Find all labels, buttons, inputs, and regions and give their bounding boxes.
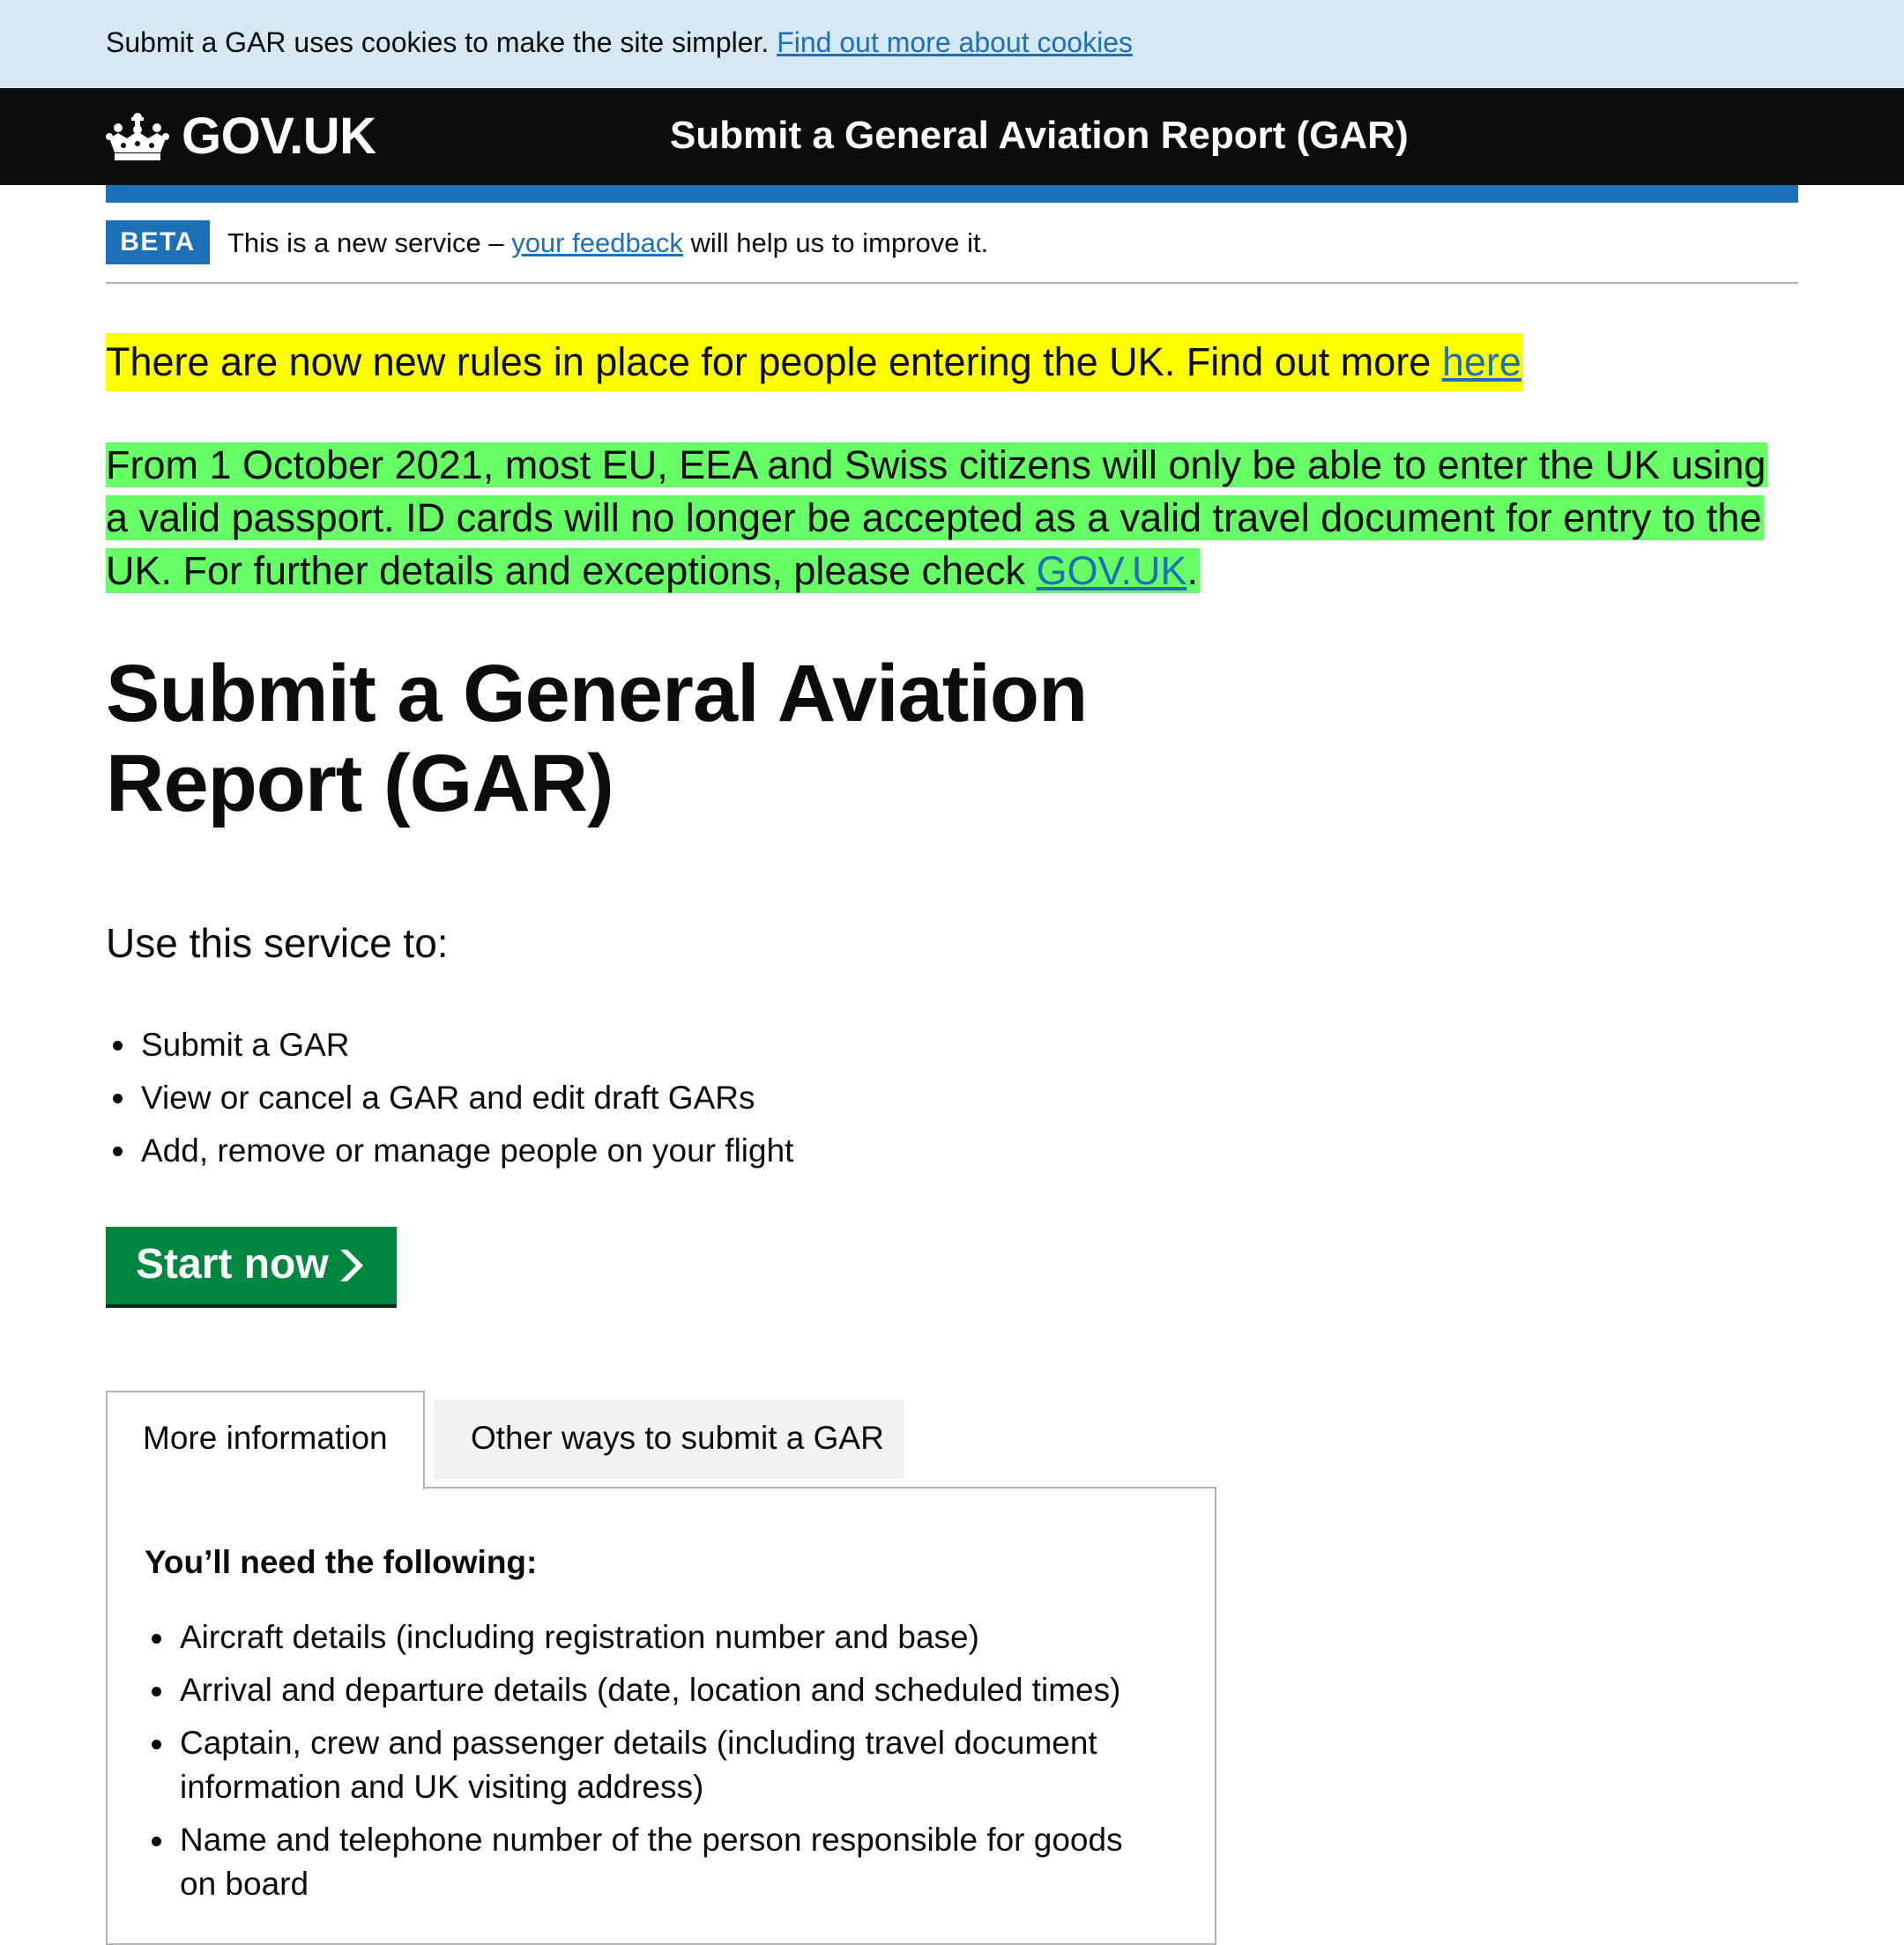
- govuk-logo-link[interactable]: GOV.UK: [106, 108, 376, 166]
- list-item-text: Add, remove or manage people on your fli…: [141, 1132, 794, 1169]
- bullet-icon: [113, 1147, 123, 1156]
- logo-text: GOV.UK: [182, 108, 376, 165]
- tab-other-ways[interactable]: Other ways to submit a GAR: [434, 1399, 904, 1479]
- bullet-icon: [113, 1094, 123, 1103]
- list-item-text: View or cancel a GAR and edit draft GARs: [141, 1080, 755, 1116]
- tab-label: More information: [143, 1420, 388, 1456]
- list-item-text: Name and telephone number of the person …: [180, 1822, 1123, 1902]
- crown-icon: [106, 113, 169, 160]
- id-cards-highlight: From 1 October 2021, most EU, EEA and Sw…: [106, 442, 1768, 593]
- phase-text-before: This is a new service –: [227, 227, 504, 258]
- new-rules-notice: There are now new rules in place for peo…: [106, 333, 1523, 391]
- service-list: Submit a GAR View or cancel a GAR and ed…: [106, 1019, 793, 1177]
- chevron-right-icon: [340, 1250, 363, 1281]
- list-item-text: Arrival and departure details (date, loc…: [180, 1672, 1121, 1708]
- service-name-link[interactable]: Submit a General Aviation Report (GAR): [670, 109, 1409, 162]
- phase-banner: BETA This is a new service – your feedba…: [106, 220, 1798, 284]
- bullet-icon: [152, 1837, 161, 1846]
- govuk-link[interactable]: GOV.UK: [1037, 548, 1187, 593]
- phase-text: This is a new service – your feedback wi…: [227, 226, 988, 261]
- beta-tag: BETA: [106, 220, 210, 264]
- list-item: View or cancel a GAR and edit draft GARs: [106, 1072, 793, 1125]
- bullet-icon: [152, 1687, 161, 1696]
- requirements-list: Aircraft details (including registration…: [145, 1615, 1167, 1915]
- bullet-icon: [113, 1041, 123, 1050]
- list-item-text: Submit a GAR: [141, 1027, 350, 1063]
- id-cards-notice: From 1 October 2021, most EU, EEA and Sw…: [106, 439, 1798, 598]
- list-item: Submit a GAR: [106, 1019, 793, 1072]
- new-rules-link[interactable]: here: [1442, 339, 1521, 384]
- bullet-icon: [152, 1740, 161, 1749]
- tab-label: Other ways to submit a GAR: [471, 1420, 884, 1456]
- cookie-text: Submit a GAR uses cookies to make the si…: [106, 26, 770, 58]
- phase-text-after: will help us to improve it.: [690, 227, 989, 258]
- cookie-message: Submit a GAR uses cookies to make the si…: [106, 25, 1133, 60]
- lead-text: Use this service to:: [106, 920, 449, 966]
- cookie-info-link[interactable]: Find out more about cookies: [777, 26, 1133, 58]
- list-item-text: Aircraft details (including registration…: [180, 1619, 979, 1655]
- start-now-label: Start now: [136, 1241, 329, 1288]
- list-item: Captain, crew and passenger details (inc…: [145, 1721, 1167, 1809]
- bullet-icon: [152, 1634, 161, 1644]
- id-cards-text: From 1 October 2021, most EU, EEA and Sw…: [106, 442, 1766, 593]
- list-item: Arrival and departure details (date, loc…: [145, 1668, 1167, 1712]
- tab-more-information[interactable]: More information: [106, 1391, 425, 1489]
- page-title: Submit a General Aviation Report (GAR): [106, 649, 1088, 828]
- list-item: Name and telephone number of the person …: [145, 1818, 1167, 1906]
- site-header: GOV.UK Submit a General Aviation Report …: [0, 88, 1904, 185]
- panel-heading: You’ll need the following:: [145, 1544, 538, 1580]
- list-item: Aircraft details (including registration…: [145, 1615, 1167, 1659]
- header-blue-bar: [106, 185, 1798, 203]
- tab-panel-more-information: You’ll need the following: Aircraft deta…: [106, 1487, 1216, 1945]
- cookie-banner: Submit a GAR uses cookies to make the si…: [0, 0, 1904, 88]
- list-item-text: Captain, crew and passenger details (inc…: [180, 1725, 1097, 1805]
- feedback-link[interactable]: your feedback: [511, 227, 683, 258]
- id-cards-end: .: [1186, 548, 1198, 593]
- start-now-button[interactable]: Start now: [106, 1227, 397, 1304]
- list-item: Add, remove or manage people on your fli…: [106, 1125, 793, 1177]
- new-rules-text: There are now new rules in place for peo…: [106, 339, 1432, 384]
